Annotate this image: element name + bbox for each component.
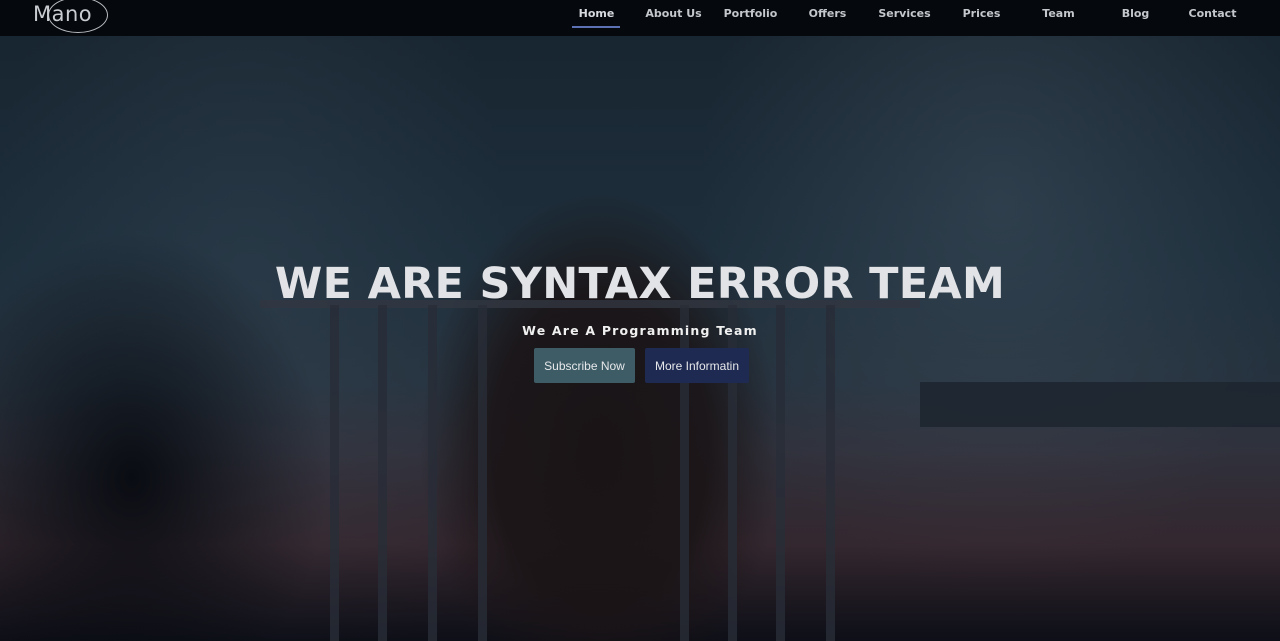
hero-background-image: [0, 0, 1280, 641]
nav-services[interactable]: Services: [866, 7, 943, 20]
logo-text: Mano: [33, 2, 93, 26]
more-information-button[interactable]: More Informatin: [645, 348, 749, 383]
active-nav-underline: [572, 26, 620, 28]
nav-offers[interactable]: Offers: [789, 7, 866, 20]
nav-contact[interactable]: Contact: [1174, 7, 1251, 20]
table-silhouette: [920, 382, 1280, 427]
nav-home[interactable]: Home: [558, 7, 635, 20]
railing-bar: [776, 305, 785, 641]
railing-bar: [826, 305, 835, 641]
railing-bar: [378, 305, 387, 641]
subscribe-now-button[interactable]: Subscribe Now: [534, 348, 635, 383]
nav-blog[interactable]: Blog: [1097, 7, 1174, 20]
nav-about-us[interactable]: About Us: [635, 7, 712, 20]
navbar: Mano Home About Us Portfolio Offers Serv…: [0, 0, 1280, 36]
nav-portfolio[interactable]: Portfolio: [712, 7, 789, 20]
hero-subtitle: We Are A Programming Team: [522, 323, 758, 338]
railing-bar: [330, 305, 339, 641]
railing-bar: [428, 305, 437, 641]
logo[interactable]: Mano: [32, 0, 108, 34]
hero-title: WE ARE SYNTAX ERROR TEAM: [274, 259, 1006, 309]
nav-team[interactable]: Team: [1020, 7, 1097, 20]
nav-prices[interactable]: Prices: [943, 7, 1020, 20]
railing-bar: [478, 305, 487, 641]
